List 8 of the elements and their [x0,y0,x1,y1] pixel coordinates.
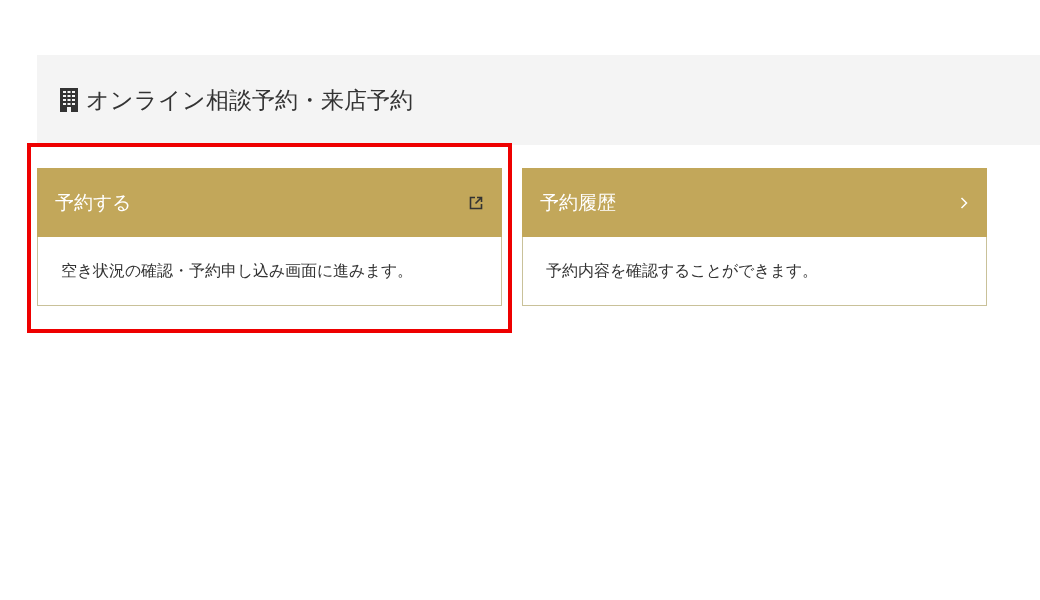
card-description: 空き状況の確認・予約申し込み画面に進みます。 [61,260,413,282]
link-card[interactable]: 予約する 空き状況の確認・予約申し込み画面に進みます。 [37,168,502,306]
building-icon [60,88,78,112]
section-title: オンライン相談予約・来店予約 [86,85,413,115]
card-description: 予約内容を確認することができます。 [546,260,818,282]
link-card[interactable]: 予約履歴 予約内容を確認することができます。 [522,168,987,306]
external-link-icon [469,195,483,210]
chevron-right-icon [960,195,968,210]
